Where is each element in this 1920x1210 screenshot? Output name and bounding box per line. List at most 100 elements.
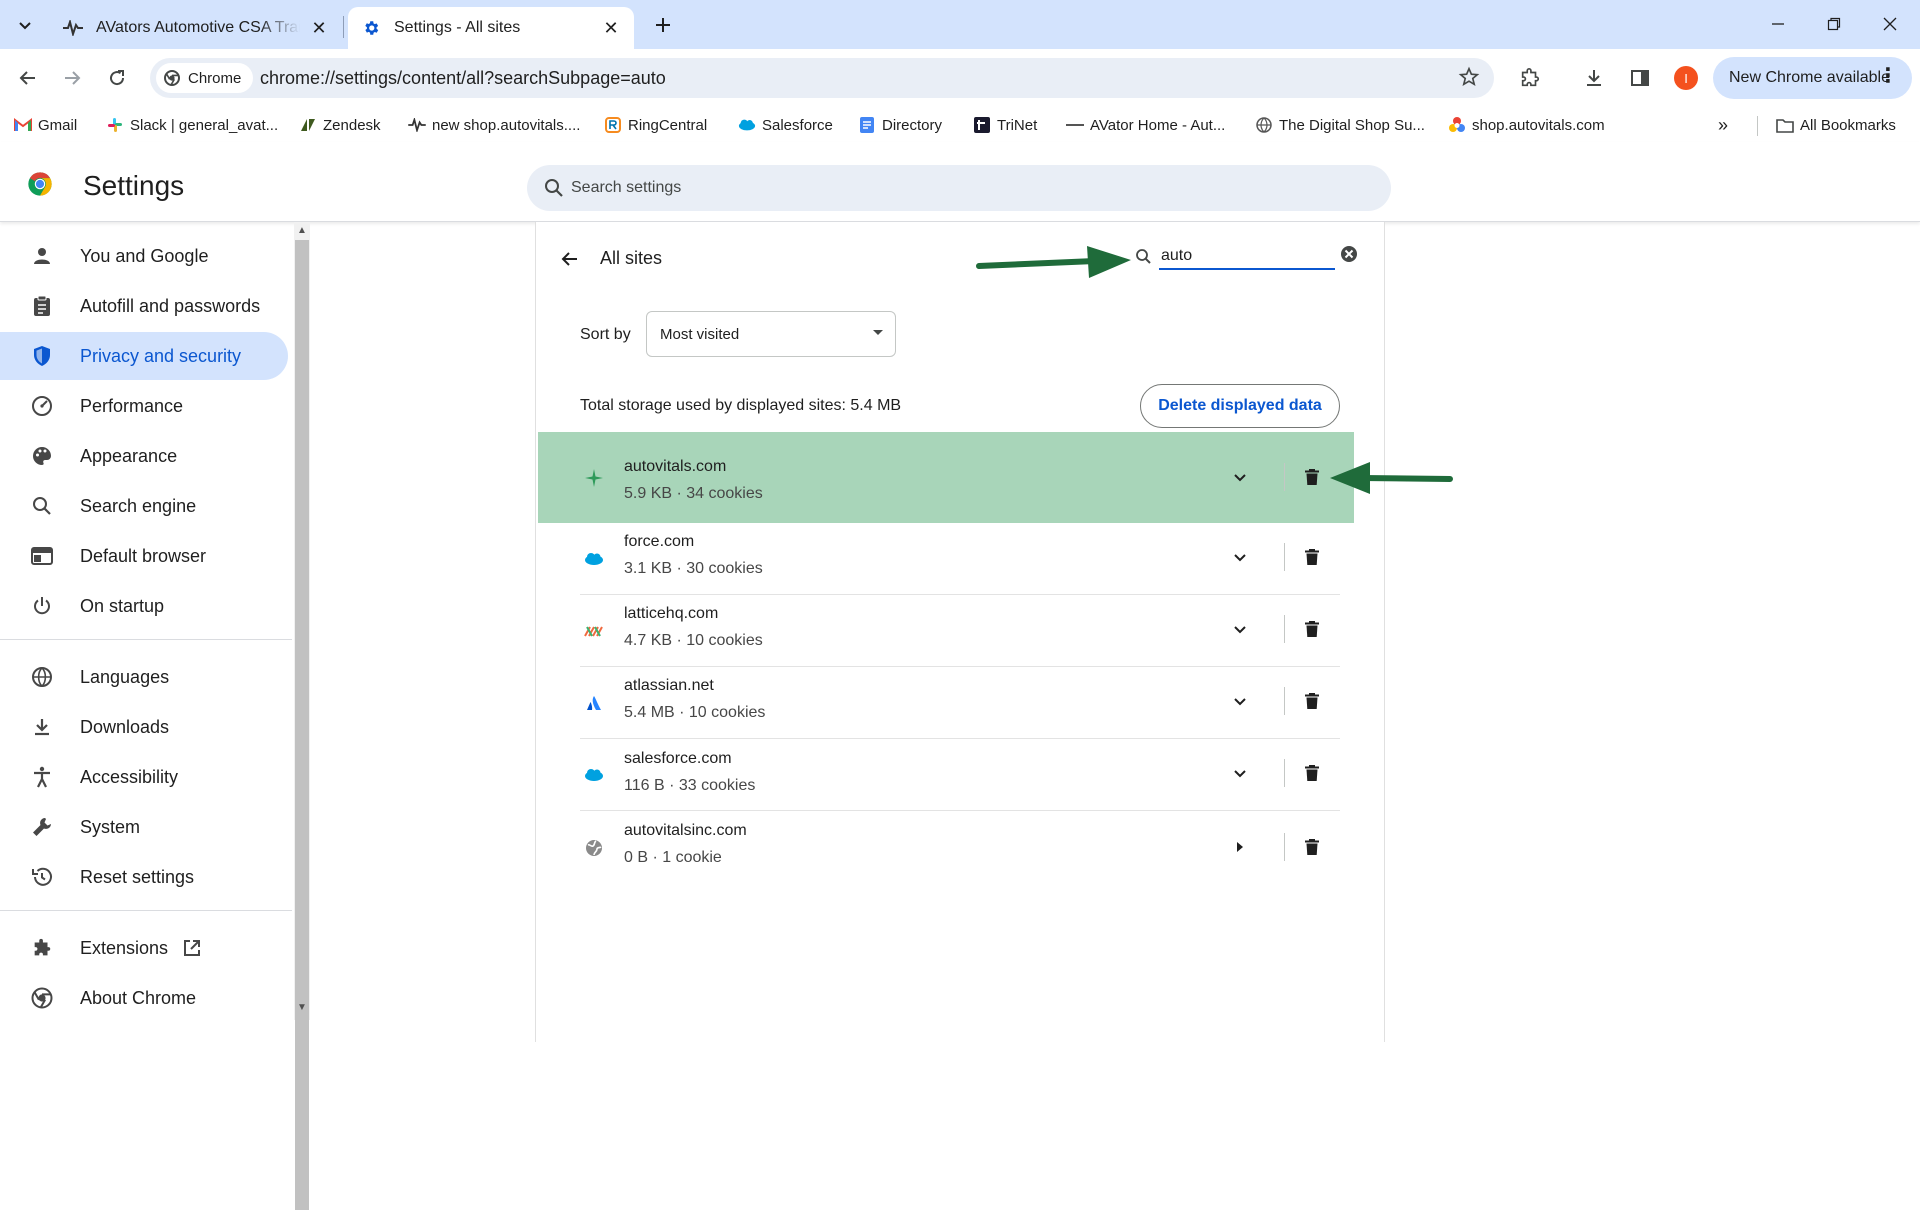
delete-displayed-data-button[interactable]: Delete displayed data xyxy=(1140,384,1340,428)
settings-search-box[interactable] xyxy=(527,165,1391,211)
sidebar-item-performance[interactable]: Performance xyxy=(0,382,288,430)
sidebar-item-languages[interactable]: Languages xyxy=(0,653,288,701)
sidebar-item-downloads[interactable]: Downloads xyxy=(0,703,288,751)
trash-icon[interactable] xyxy=(1300,835,1324,859)
extensions-button[interactable] xyxy=(1514,62,1546,94)
toolbar: Chrome chrome://settings/content/all?sea… xyxy=(0,49,1920,108)
bookmark-avator-home[interactable]: AVator Home - Aut... xyxy=(1066,114,1225,136)
profile-avatar[interactable]: I xyxy=(1674,66,1698,90)
all-bookmarks-button[interactable]: All Bookmarks xyxy=(1776,114,1896,136)
tab-divider xyxy=(343,16,344,38)
accessibility-icon xyxy=(29,764,55,790)
trash-icon[interactable] xyxy=(1300,465,1324,489)
site-search-input[interactable] xyxy=(1159,244,1335,270)
site-name: autovitalsinc.com xyxy=(624,822,747,839)
close-window-button[interactable] xyxy=(1870,8,1910,40)
scroll-down-arrow-icon[interactable]: ▼ xyxy=(297,1002,307,1013)
sidebar-item-accessibility[interactable]: Accessibility xyxy=(0,753,288,801)
sidebar-item-reset-settings[interactable]: Reset settings xyxy=(0,853,288,901)
settings-search-input[interactable] xyxy=(571,165,1351,211)
trash-icon[interactable] xyxy=(1300,689,1324,713)
trash-icon[interactable] xyxy=(1300,617,1324,641)
close-icon[interactable]: ✕ xyxy=(600,17,622,39)
sidebar-item-appearance[interactable]: Appearance xyxy=(0,432,288,480)
bookmark-new-shop-autovitals[interactable]: new shop.autovitals.... xyxy=(408,114,580,136)
chevron-down-icon[interactable] xyxy=(1228,465,1252,489)
chevron-right-icon[interactable] xyxy=(1228,835,1252,859)
minimize-button[interactable] xyxy=(1758,8,1798,40)
forward-button[interactable] xyxy=(56,62,88,94)
new-chrome-available-button[interactable]: New Chrome available ⋮ xyxy=(1713,57,1912,99)
sidebar-item-search-engine[interactable]: Search engine xyxy=(0,482,288,530)
tab-settings[interactable]: Settings - All sites ✕ xyxy=(348,7,634,49)
lattice-icon xyxy=(584,621,604,641)
address-bar[interactable]: Chrome chrome://settings/content/all?sea… xyxy=(150,58,1494,98)
chevron-down-icon[interactable] xyxy=(1228,761,1252,785)
bookmarks-overflow-button[interactable]: » xyxy=(1718,114,1728,136)
bookmark-ringcentral[interactable]: RingCentral xyxy=(604,114,707,136)
sidebar-item-default-browser[interactable]: Default browser xyxy=(0,532,288,580)
sidebar-item-privacy-and-security[interactable]: Privacy and security xyxy=(0,332,288,380)
sidebar-item-label: Privacy and security xyxy=(80,345,242,366)
pulse-icon xyxy=(408,116,426,134)
sidebar-item-label: Downloads xyxy=(80,716,170,737)
sidebar-item-on-startup[interactable]: On startup xyxy=(0,582,288,630)
downloads-button[interactable] xyxy=(1578,62,1610,94)
trash-icon[interactable] xyxy=(1300,545,1324,569)
site-info-chip[interactable]: Chrome xyxy=(156,63,254,93)
wrench-icon xyxy=(29,814,55,840)
reload-button[interactable] xyxy=(101,62,133,94)
sidebar-item-label: About Chrome xyxy=(80,987,197,1008)
bookmark-salesforce[interactable]: Salesforce xyxy=(738,114,833,136)
site-row-force[interactable]: force.com 3.1 KB · 30 cookies xyxy=(536,523,1354,595)
sidebar-item-you-and-google[interactable]: You and Google xyxy=(0,232,288,280)
site-name: latticehq.com xyxy=(624,605,719,622)
chevron-down-icon[interactable] xyxy=(1228,689,1252,713)
directory-icon xyxy=(858,116,876,134)
sidebar-scrollbar[interactable]: ▲ ▼ xyxy=(294,222,310,1210)
bookmark-slack[interactable]: Slack | general_avat... xyxy=(106,114,278,136)
sort-by-dropdown[interactable]: Most visited xyxy=(646,311,896,357)
new-tab-button[interactable] xyxy=(648,10,678,40)
restore-button[interactable] xyxy=(1814,8,1854,40)
bookmark-digital-shop[interactable]: The Digital Shop Su... xyxy=(1255,114,1425,136)
chevron-down-icon[interactable] xyxy=(1228,545,1252,569)
chevron-down-icon[interactable] xyxy=(1228,617,1252,641)
side-panel-button[interactable] xyxy=(1624,62,1656,94)
tab-title: Settings - All sites xyxy=(394,19,521,36)
scroll-thumb[interactable] xyxy=(295,240,309,1210)
bookmark-directory[interactable]: Directory xyxy=(858,114,942,136)
chrome-icon xyxy=(29,985,55,1011)
site-row-atlassian[interactable]: atlassian.net 5.4 MB · 10 cookies xyxy=(536,667,1354,739)
gear-icon xyxy=(360,17,382,39)
site-row-autovitals[interactable]: autovitals.com 5.9 KB · 34 cookies xyxy=(538,432,1354,523)
sidebar-item-autofill[interactable]: Autofill and passwords xyxy=(0,282,288,330)
site-row-latticehq[interactable]: latticehq.com 4.7 KB · 10 cookies xyxy=(536,595,1354,667)
close-icon[interactable]: ✕ xyxy=(308,17,330,39)
bookmark-zendesk[interactable]: Zendesk xyxy=(299,114,381,136)
clear-search-icon[interactable] xyxy=(1339,244,1359,264)
sidebar-item-label: Extensions xyxy=(80,937,169,958)
tab-search-button[interactable] xyxy=(8,8,42,42)
sidebar-item-system[interactable]: System xyxy=(0,803,288,851)
sidebar-item-label: Reset settings xyxy=(80,866,195,887)
site-row-salesforce[interactable]: salesforce.com 116 B · 33 cookies xyxy=(536,739,1354,811)
back-button[interactable] xyxy=(12,62,44,94)
autovitals-pulse-icon xyxy=(584,468,604,488)
site-search-box[interactable] xyxy=(1135,242,1343,274)
url-text[interactable]: chrome://settings/content/all?searchSubp… xyxy=(260,68,666,89)
site-row-autovitalsinc[interactable]: autovitalsinc.com 0 B · 1 cookie xyxy=(536,811,1354,883)
autovitals-icon xyxy=(1448,116,1466,134)
trash-icon[interactable] xyxy=(1300,761,1324,785)
scroll-up-arrow-icon[interactable]: ▲ xyxy=(297,225,307,236)
kebab-menu-icon[interactable]: ⋮ xyxy=(1878,66,1898,86)
back-button[interactable] xyxy=(556,245,584,273)
bookmark-gmail[interactable]: Gmail xyxy=(14,114,77,136)
bookmark-trinet[interactable]: TriNet xyxy=(973,114,1037,136)
tab-avators-training[interactable]: AVators Automotive CSA Training ✕ xyxy=(50,7,342,49)
sidebar-item-extensions[interactable]: Extensions xyxy=(0,924,288,972)
bookmark-label: AVator Home - Aut... xyxy=(1090,116,1226,134)
sidebar-item-about-chrome[interactable]: About Chrome xyxy=(0,974,288,1022)
star-icon[interactable] xyxy=(1458,66,1480,94)
bookmark-shop-autovitals[interactable]: shop.autovitals.com xyxy=(1448,114,1605,136)
